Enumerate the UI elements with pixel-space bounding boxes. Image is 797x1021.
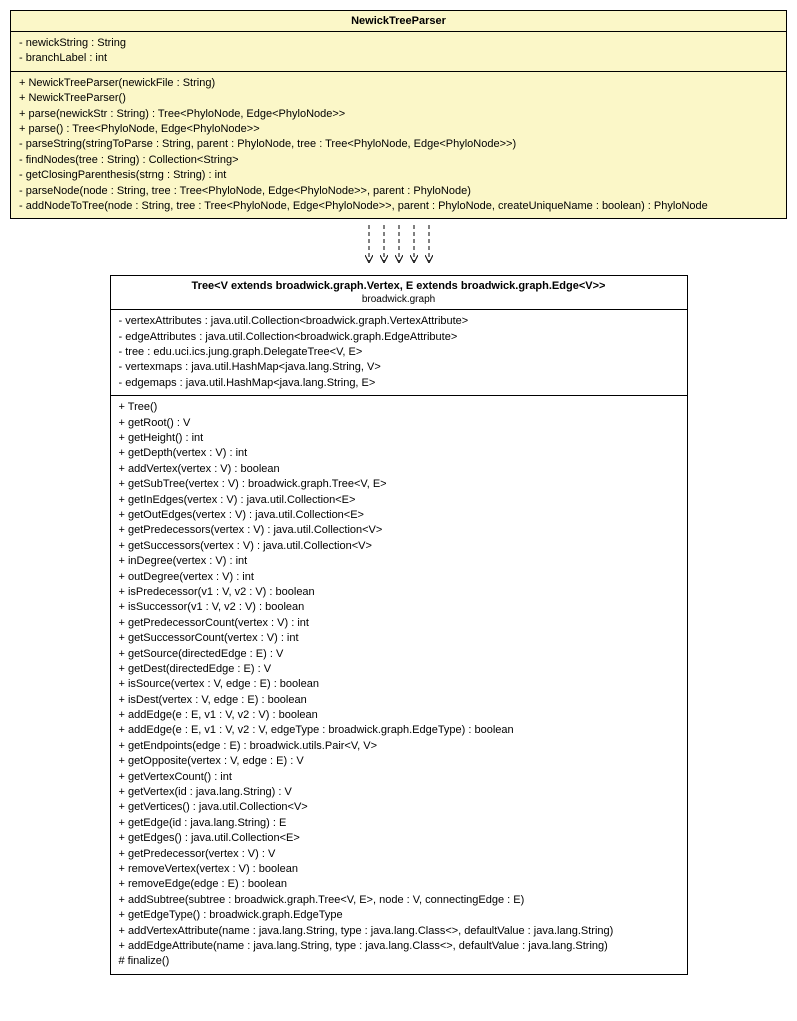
operation-row: + addEdge(e : E, v1 : V, v2 : V) : boole…	[119, 708, 679, 723]
attribute-row: - branchLabel : int	[19, 51, 778, 66]
operation-row: + removeEdge(edge : E) : boolean	[119, 877, 679, 892]
operation-row: - getClosingParenthesis(strng : String) …	[19, 168, 778, 183]
operation-row: # finalize()	[119, 954, 679, 969]
operation-row: + getVertices() : java.util.Collection<V…	[119, 800, 679, 815]
operation-row: + isSource(vertex : V, edge : E) : boole…	[119, 677, 679, 692]
class-title: NewickTreeParser	[11, 11, 786, 32]
operation-row: + Tree()	[119, 400, 679, 415]
operation-row: + outDegree(vertex : V) : int	[119, 570, 679, 585]
operations-section: + Tree()+ getRoot() : V+ getHeight() : i…	[111, 396, 687, 973]
operation-row: - parseNode(node : String, tree : Tree<P…	[19, 184, 778, 199]
attribute-row: - tree : edu.uci.ics.jung.graph.Delegate…	[119, 345, 679, 360]
operation-row: + getSource(directedEdge : E) : V	[119, 647, 679, 662]
operation-row: + inDegree(vertex : V) : int	[119, 554, 679, 569]
operation-row: - parseString(stringToParse : String, pa…	[19, 137, 778, 152]
operation-row: + getEdge(id : java.lang.String) : E	[119, 816, 679, 831]
operation-row: + getPredecessors(vertex : V) : java.uti…	[119, 523, 679, 538]
class-package: broadwick.graph	[117, 292, 681, 305]
operation-row: + parse() : Tree<PhyloNode, Edge<PhyloNo…	[19, 122, 778, 137]
operation-row: + addVertexAttribute(name : java.lang.St…	[119, 924, 679, 939]
operation-row: + addVertex(vertex : V) : boolean	[119, 462, 679, 477]
attributes-section: - newickString : String- branchLabel : i…	[11, 32, 786, 72]
attribute-row: - edgemaps : java.util.HashMap<java.lang…	[119, 376, 679, 391]
class-tree: Tree<V extends broadwick.graph.Vertex, E…	[110, 275, 688, 974]
operation-row: + getDepth(vertex : V) : int	[119, 446, 679, 461]
operation-row: + isPredecessor(v1 : V, v2 : V) : boolea…	[119, 585, 679, 600]
attribute-row: - newickString : String	[19, 36, 778, 51]
operation-row: + getVertexCount() : int	[119, 770, 679, 785]
operation-row: + getEdges() : java.util.Collection<E>	[119, 831, 679, 846]
class-newicktreeparser: NewickTreeParser - newickString : String…	[10, 10, 787, 219]
operation-row: + getRoot() : V	[119, 416, 679, 431]
operation-row: + addSubtree(subtree : broadwick.graph.T…	[119, 893, 679, 908]
operation-row: + isSuccessor(v1 : V, v2 : V) : boolean	[119, 600, 679, 615]
operation-row: + addEdgeAttribute(name : java.lang.Stri…	[119, 939, 679, 954]
operation-row: + getEdgeType() : broadwick.graph.EdgeTy…	[119, 908, 679, 923]
attribute-row: - vertexmaps : java.util.HashMap<java.la…	[119, 360, 679, 375]
operations-section: + NewickTreeParser(newickFile : String)+…	[11, 72, 786, 219]
operation-row: + getPredecessorCount(vertex : V) : int	[119, 616, 679, 631]
operation-row: + removeVertex(vertex : V) : boolean	[119, 862, 679, 877]
operation-row: + getDest(directedEdge : E) : V	[119, 662, 679, 677]
operation-row: + getEndpoints(edge : E) : broadwick.uti…	[119, 739, 679, 754]
operation-row: + isDest(vertex : V, edge : E) : boolean	[119, 693, 679, 708]
operation-row: - addNodeToTree(node : String, tree : Tr…	[19, 199, 778, 214]
operation-row: + NewickTreeParser(newickFile : String)	[19, 76, 778, 91]
operation-row: + getOutEdges(vertex : V) : java.util.Co…	[119, 508, 679, 523]
class-name: Tree<V extends broadwick.graph.Vertex, E…	[192, 280, 606, 292]
operation-row: + getVertex(id : java.lang.String) : V	[119, 785, 679, 800]
operation-row: + getSuccessorCount(vertex : V) : int	[119, 631, 679, 646]
operation-row: + addEdge(e : E, v1 : V, v2 : V, edgeTyp…	[119, 723, 679, 738]
operation-row: + getSuccessors(vertex : V) : java.util.…	[119, 539, 679, 554]
operation-row: + getOpposite(vertex : V, edge : E) : V	[119, 754, 679, 769]
attribute-row: - vertexAttributes : java.util.Collectio…	[119, 314, 679, 329]
dependency-arrows	[10, 219, 787, 275]
operation-row: - findNodes(tree : String) : Collection<…	[19, 153, 778, 168]
attributes-section: - vertexAttributes : java.util.Collectio…	[111, 310, 687, 396]
operation-row: + parse(newickStr : String) : Tree<Phylo…	[19, 107, 778, 122]
operation-row: + getHeight() : int	[119, 431, 679, 446]
operation-row: + getPredecessor(vertex : V) : V	[119, 847, 679, 862]
operation-row: + getSubTree(vertex : V) : broadwick.gra…	[119, 477, 679, 492]
attribute-row: - edgeAttributes : java.util.Collection<…	[119, 330, 679, 345]
operation-row: + NewickTreeParser()	[19, 91, 778, 106]
operation-row: + getInEdges(vertex : V) : java.util.Col…	[119, 493, 679, 508]
class-title: Tree<V extends broadwick.graph.Vertex, E…	[111, 276, 687, 310]
